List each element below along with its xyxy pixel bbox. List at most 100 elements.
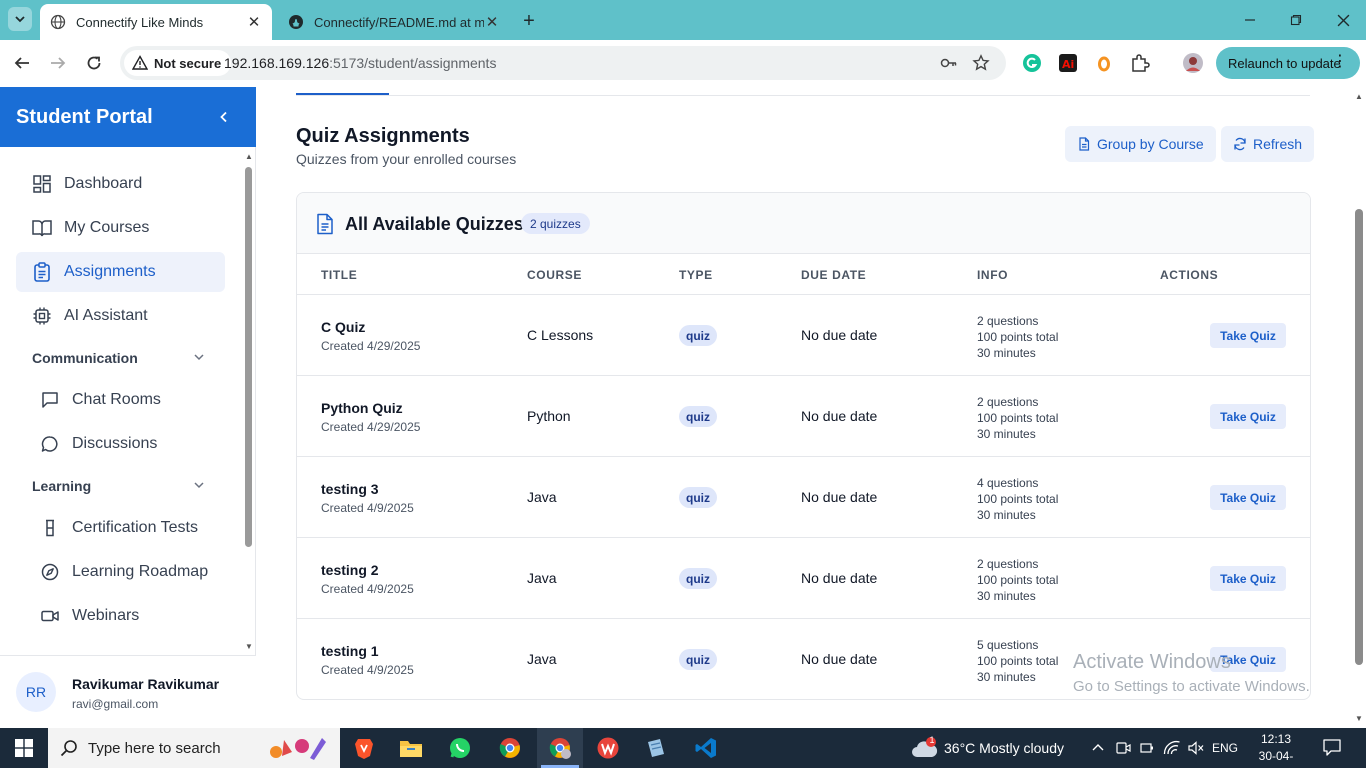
acrobat-extension-icon[interactable]: Ai — [1057, 52, 1079, 74]
sidebar-item-label: Webinars — [72, 607, 140, 624]
notifications-icon[interactable] — [1322, 737, 1344, 759]
system-clock[interactable]: 12:13 30-04-2025 — [1246, 731, 1306, 782]
take-quiz-button[interactable]: Take Quiz — [1210, 404, 1286, 429]
arrow-right-icon — [51, 57, 66, 69]
take-quiz-button[interactable]: Take Quiz — [1210, 647, 1286, 672]
quiz-due-date: No due date — [801, 489, 878, 505]
quiz-question-count: 4 questions — [977, 476, 1039, 490]
volume-muted-icon[interactable] — [1187, 728, 1205, 768]
file-icon — [1079, 137, 1090, 151]
honey-extension-icon[interactable] — [1093, 52, 1115, 74]
input-language[interactable]: ENG — [1212, 728, 1238, 768]
address-bar[interactable]: Not secure 192.168.169.126:5173/student/… — [120, 46, 1006, 80]
sidebar-item-label: Discussions — [72, 435, 158, 452]
quiz-due-date: No due date — [801, 570, 878, 586]
quiz-info: 2 questions 100 points total 30 minutes — [977, 394, 1058, 442]
take-quiz-button[interactable]: Take Quiz — [1210, 485, 1286, 510]
sidebar-scrollbar[interactable]: ▲ ▼ — [242, 149, 256, 655]
column-header-info: INFO — [977, 268, 1009, 282]
back-button[interactable] — [11, 52, 33, 74]
brave-browser-icon[interactable] — [350, 734, 378, 762]
browser-tab[interactable]: Connectify/README.md at mai ✕ — [278, 4, 510, 40]
sidebar-item-dashboard[interactable]: Dashboard — [16, 164, 225, 204]
grammarly-extension-icon[interactable] — [1021, 52, 1043, 74]
wifi-icon[interactable] — [1163, 728, 1181, 768]
wps-office-icon[interactable] — [594, 734, 622, 762]
section-label: Communication — [32, 350, 138, 366]
reload-button[interactable] — [83, 52, 105, 74]
dashboard-icon — [32, 174, 52, 194]
quiz-info: 5 questions 100 points total 30 minutes — [977, 637, 1058, 685]
sidebar-item-webinars[interactable]: Webinars — [24, 596, 224, 636]
meet-now-icon[interactable] — [1115, 728, 1131, 768]
take-quiz-button[interactable]: Take Quiz — [1210, 323, 1286, 348]
close-tab-icon[interactable]: ✕ — [484, 14, 500, 31]
quiz-points: 100 points total — [977, 411, 1059, 425]
taskbar-search[interactable]: Type here to search — [48, 728, 340, 768]
weather-widget[interactable]: 1 36°C Mostly cloudy — [910, 728, 1064, 768]
take-quiz-button[interactable]: Take Quiz — [1210, 566, 1286, 591]
sidebar-item-chat-rooms[interactable]: Chat Rooms — [24, 380, 224, 420]
power-icon[interactable] — [1139, 728, 1155, 768]
new-tab-button[interactable]: + — [518, 10, 540, 32]
close-window-button[interactable] — [1331, 8, 1355, 32]
refresh-icon — [1234, 137, 1246, 151]
chevron-down-icon — [15, 16, 25, 23]
quiz-course: Java — [527, 489, 557, 505]
chrome-profile-icon[interactable] — [546, 734, 574, 762]
browser-tab-active[interactable]: Connectify Like Minds ✕ — [40, 4, 272, 40]
user-profile[interactable]: RR Ravikumar Ravikumar ravi@gmail.com — [0, 655, 256, 727]
table-row: Python Quiz Created 4/29/2025 Python qui… — [297, 376, 1310, 457]
quiz-duration: 30 minutes — [977, 589, 1036, 603]
site-info-chip[interactable]: Not secure — [124, 50, 232, 76]
relaunch-update-button[interactable]: Relaunch to update ⋮ — [1216, 47, 1360, 79]
start-button[interactable] — [0, 728, 48, 768]
sidebar-item-learning-roadmap[interactable]: Learning Roadmap — [24, 552, 224, 592]
sidebar-item-ai-assistant[interactable]: AI Assistant — [16, 296, 225, 336]
table-row: C Quiz Created 4/29/2025 C Lessons quiz … — [297, 295, 1310, 376]
section-communication[interactable]: Communication — [32, 346, 212, 370]
refresh-button[interactable]: Refresh — [1221, 126, 1315, 162]
scrollbar-thumb[interactable] — [1355, 209, 1363, 665]
forward-button[interactable] — [47, 52, 69, 74]
quiz-duration: 30 minutes — [977, 670, 1036, 684]
bookmark-star-icon[interactable] — [972, 54, 990, 72]
show-hidden-icons[interactable] — [1091, 728, 1105, 768]
quiz-due-date: No due date — [801, 408, 878, 424]
sidebar-item-my-courses[interactable]: My Courses — [16, 208, 225, 248]
group-by-course-button[interactable]: Group by Course — [1065, 126, 1216, 162]
avatar: RR — [16, 672, 56, 712]
chevron-down-icon — [194, 354, 204, 361]
file-explorer-icon[interactable] — [397, 734, 425, 762]
scroll-up-arrow-icon[interactable]: ▲ — [244, 151, 254, 161]
scrollbar-thumb[interactable] — [245, 167, 252, 547]
tab-search-button[interactable] — [8, 7, 32, 31]
password-key-icon[interactable] — [940, 54, 958, 72]
scroll-down-arrow-icon[interactable]: ▼ — [244, 641, 254, 651]
sidebar-item-assignments[interactable]: Assignments — [16, 252, 225, 292]
quiz-title: testing 3 — [321, 481, 379, 497]
restore-button[interactable] — [1284, 8, 1308, 32]
chrome-icon[interactable] — [496, 734, 524, 762]
quiz-due-date: No due date — [801, 327, 878, 343]
profile-avatar-icon[interactable] — [1182, 52, 1204, 74]
sidebar-item-discussions[interactable]: Discussions — [24, 424, 224, 464]
minimize-button[interactable] — [1238, 8, 1262, 32]
quiz-type-badge: quiz — [679, 568, 717, 589]
extensions-puzzle-icon[interactable] — [1129, 52, 1151, 74]
whatsapp-icon[interactable] — [446, 734, 474, 762]
main-content: Quiz Assignments Quizzes from your enrol… — [257, 87, 1352, 727]
sidebar-item-certification-tests[interactable]: Certification Tests — [24, 508, 224, 548]
section-learning[interactable]: Learning — [32, 474, 212, 498]
scroll-down-arrow-icon[interactable]: ▼ — [1354, 713, 1364, 723]
collapse-sidebar-button[interactable] — [214, 107, 234, 127]
quiz-count-badge: 2 quizzes — [521, 213, 590, 234]
key-icon — [940, 58, 957, 68]
notes-app-icon[interactable] — [642, 734, 670, 762]
scroll-up-arrow-icon[interactable]: ▲ — [1354, 91, 1364, 101]
page-scrollbar[interactable]: ▲ ▼ — [1352, 87, 1366, 727]
close-tab-icon[interactable]: ✕ — [246, 14, 262, 31]
book-icon — [32, 218, 52, 238]
url-text[interactable]: 192.168.169.126:5173/student/assignments — [224, 55, 496, 71]
vscode-icon[interactable] — [692, 734, 720, 762]
